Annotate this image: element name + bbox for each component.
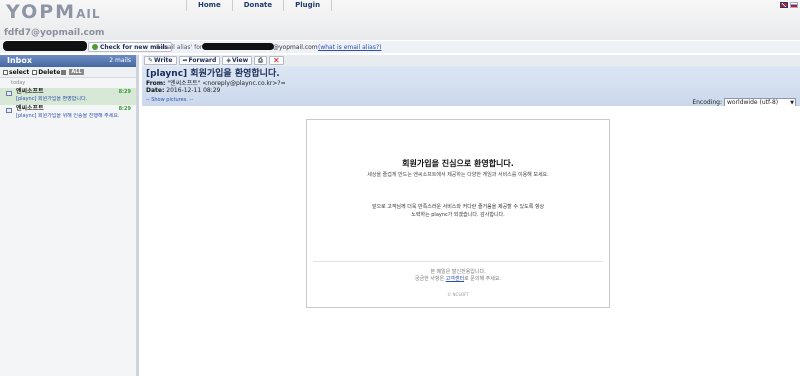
date-value: 2016-12-11 08:29 xyxy=(166,87,221,94)
mail-date-line: Date: 2016-12-11 08:29 xyxy=(146,87,796,94)
select-all-button[interactable]: ALL xyxy=(69,69,84,75)
top-header: YOPMAIL Home Donate Plugin fdfd7@yopmail… xyxy=(0,0,800,40)
logo-text-tail: AIL xyxy=(76,7,101,21)
view-button[interactable]: ◈ View xyxy=(222,56,253,65)
print-button[interactable]: ⎙ xyxy=(254,56,267,65)
inbox-panel: Inbox 2 mails select Delete ALL today 엔씨… xyxy=(0,55,139,376)
date-label: Date: xyxy=(146,87,165,94)
inbox-header: Inbox 2 mails xyxy=(0,55,136,67)
mail-subject: [plaync] 회원가입을 환영합니다. xyxy=(146,69,280,79)
mail-header: [plaync] 회원가입을 환영합니다. From: "엔씨소프트" <nor… xyxy=(142,66,800,107)
pencil-icon: ✎ xyxy=(148,57,154,64)
inbox-title: Inbox xyxy=(7,56,33,65)
footer-contact-post: 로 문의해 주세요. xyxy=(464,276,502,282)
message-time: 8:29 xyxy=(118,106,131,112)
view-icon: ◈ xyxy=(226,57,231,64)
from-value: "엔씨소프트" <noreply@plaync.co.kr>?= xyxy=(167,80,286,87)
inbox-message[interactable]: 엔씨소프트 [plaync] 회원가입을 위해 인증을 진행해 주세요. 8:2… xyxy=(0,105,136,122)
forward-arrow-icon: ➦ xyxy=(182,57,188,64)
customer-center-link[interactable]: 고객센터 xyxy=(446,276,464,282)
top-nav: Home Donate Plugin xyxy=(186,0,333,11)
logo-text-main: YOPM xyxy=(6,1,77,23)
welcome-title: 회원가입을 진심으로 환영합니다. xyxy=(402,159,514,168)
delete-x-icon: ✕ xyxy=(272,56,280,65)
mail-reader: ✎ Write ➦ Forward ◈ View ⎙ ✕ [plaync] 회원… xyxy=(142,55,800,376)
delete-mail-button[interactable]: ✕ xyxy=(268,56,284,65)
write-button[interactable]: ✎ Write xyxy=(144,56,177,65)
redacted-login-field xyxy=(3,41,87,51)
copyright: © NCSOFT xyxy=(447,292,469,297)
message-time: 8:29 xyxy=(118,89,131,95)
nav-plugin-link[interactable]: Plugin xyxy=(284,0,333,11)
refresh-icon xyxy=(92,44,98,50)
alias-label: E-mail alias' for xyxy=(156,44,203,51)
welcome-paragraph-line2: 노력하는 plaync가 되겠습니다. 감사합니다. xyxy=(411,212,505,218)
yopmail-logo[interactable]: YOPMAIL xyxy=(6,1,100,23)
encoding-value: worldwide (utf-8) xyxy=(727,99,779,106)
mail-body: 회원가입을 진심으로 환영합니다. 세상을 즐겁게 만드는 엔씨소프트에서 제공… xyxy=(142,106,800,376)
select-label: select xyxy=(9,68,30,76)
footer-contact-pre: 궁금한 사항은 xyxy=(414,276,446,282)
delete-checkbox-icon xyxy=(32,69,38,75)
nav-donate-link[interactable]: Donate xyxy=(233,0,285,11)
redacted-alias xyxy=(202,43,274,50)
footer-divider xyxy=(313,261,603,262)
mail-from-line: From: "엔씨소프트" <noreply@plaync.co.kr>?= xyxy=(146,80,796,87)
nav-home-link[interactable]: Home xyxy=(187,0,233,11)
inbox-count: 2 mails xyxy=(109,57,131,64)
delete-label: Delete xyxy=(38,68,61,76)
russian-flag-icon[interactable] xyxy=(790,2,798,8)
checkbox-icon xyxy=(3,69,8,75)
inbox-toolbar: select Delete ALL xyxy=(0,67,136,78)
email-content-card: 회원가입을 진심으로 환영합니다. 세상을 즐겁게 만드는 엔씨소프트에서 제공… xyxy=(306,119,610,308)
write-label: Write xyxy=(154,57,173,64)
reader-toolbar: ✎ Write ➦ Forward ◈ View ⎙ ✕ xyxy=(142,55,800,66)
welcome-paragraph-line1: 앞으로 고객님께 더욱 만족스러운 서비스와 커다란 즐거움을 제공할 수 있도… xyxy=(371,204,545,210)
print-icon: ⎙ xyxy=(258,56,263,64)
alias-help-link[interactable]: (what is email alias?) xyxy=(318,44,381,51)
language-flags xyxy=(780,2,798,8)
select-toggle[interactable]: select xyxy=(3,69,29,76)
welcome-subtitle: 세상을 즐겁게 만드는 엔씨소프트에서 제공하는 다양한 게임과 서비스를 이용… xyxy=(367,172,549,178)
day-label: today xyxy=(11,80,26,86)
english-flag-icon[interactable] xyxy=(780,2,788,8)
forward-label: Forward xyxy=(188,57,217,64)
delete-dropdown[interactable]: Delete xyxy=(32,68,67,76)
yopmail-page: YOPMAIL Home Donate Plugin fdfd7@yopmail… xyxy=(0,0,800,376)
encoding-label: Encoding: xyxy=(692,99,722,106)
from-label: From: xyxy=(146,80,166,87)
envelope-icon xyxy=(6,91,12,96)
envelope-icon xyxy=(6,108,12,113)
message-subject: [plaync] 회원가입을 위해 인증을 진행해 주세요. xyxy=(16,113,120,119)
account-email: fdfd7@yopmail.com xyxy=(4,28,105,38)
footer-notice: 본 메일은 발신전용입니다. xyxy=(430,269,486,275)
show-pictures-link[interactable]: -- Show pictures. -- xyxy=(146,97,193,103)
message-subject: [plaync] 회원가입을 환영합니다. xyxy=(16,96,88,102)
dropdown-arrow-icon xyxy=(61,69,67,75)
inbox-message[interactable]: 엔씨소프트 [plaync] 회원가입을 환영합니다. 8:29 xyxy=(0,88,136,105)
view-label: View xyxy=(231,57,249,64)
forward-button[interactable]: ➦ Forward xyxy=(178,56,221,65)
alias-domain: @yopmail.com xyxy=(273,44,318,51)
footer-contact: 궁금한 사항은 고객센터로 문의해 주세요. xyxy=(307,275,609,282)
